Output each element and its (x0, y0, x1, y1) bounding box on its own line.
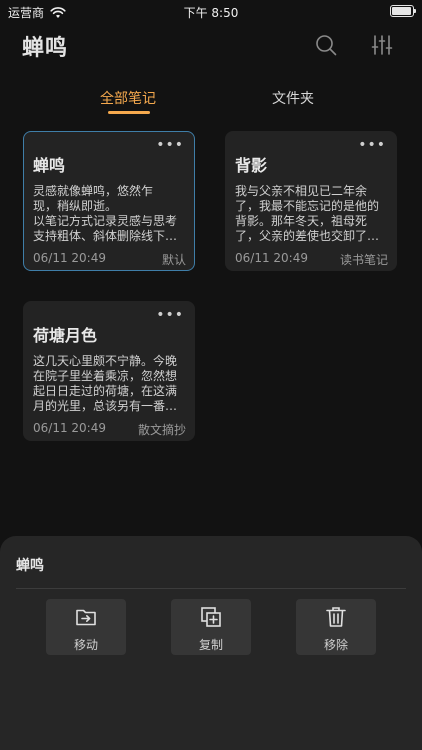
copy-label: 复制 (198, 638, 223, 652)
note-title: 蝉鸣 (33, 156, 66, 175)
status-right (390, 5, 416, 17)
note-folder: 默认 (161, 253, 186, 267)
note-preview-line: 以笔记方式记录灵感与思考 (33, 214, 178, 228)
note-preview-line: 这几天心里颇不宁静。今晚 (33, 354, 178, 368)
remove-button[interactable]: 移除 (296, 599, 376, 655)
note-folder: 读书笔记 (339, 253, 388, 267)
action-sheet: 蝉鸣 移动 复制 移除 (0, 536, 422, 750)
trash-icon (326, 607, 346, 627)
remove-label: 移除 (323, 638, 348, 652)
note-date: 06/11 20:49 (33, 421, 106, 435)
note-preview-line: 了，我最不能忘记的是他的 (235, 199, 380, 213)
note-title: 荷塘月色 (33, 326, 98, 345)
note-card-beiying[interactable]: ••• 背影 我与父亲不相见已二年余 了，我最不能忘记的是他的 背影。那年冬天，… (225, 131, 397, 271)
note-preview-line: 我与父亲不相见已二年余 (235, 184, 368, 198)
move-button[interactable]: 移动 (46, 599, 126, 655)
active-tab-indicator (108, 111, 150, 114)
note-card-hetang[interactable]: ••• 荷塘月色 这几天心里颇不宁静。今晚 在院子里坐着乘凉，忽然想 起日日走过… (23, 301, 195, 441)
sliders-icon[interactable] (370, 33, 394, 57)
note-preview: 灵感就像蝉鸣，悠然乍 现，稍纵即逝。 以笔记方式记录灵感与思考 支持粗体、斜体删… (33, 184, 189, 242)
note-preview-line: 背影。那年冬天，祖母死 (235, 214, 368, 228)
note-preview-line: 现，稍纵即逝。 (33, 199, 118, 213)
search-icon[interactable] (314, 33, 338, 57)
move-label: 移动 (73, 638, 98, 652)
note-folder: 散文摘抄 (137, 423, 186, 437)
folder-move-icon (76, 609, 96, 626)
tab-all-notes[interactable]: 全部笔记 (100, 88, 156, 108)
note-preview: 我与父亲不相见已二年余 了，我最不能忘记的是他的 背影。那年冬天，祖母死 了，父… (235, 184, 391, 242)
note-preview-line: 月的光里，总该另有一番… (33, 399, 178, 412)
more-icon[interactable]: ••• (156, 138, 184, 152)
more-icon[interactable]: ••• (156, 308, 184, 322)
battery-icon (390, 5, 416, 17)
note-preview: 这几天心里颇不宁静。今晚 在院子里坐着乘凉，忽然想 起日日走过的荷塘，在这满 月… (33, 354, 189, 412)
note-card-chanming[interactable]: ••• 蝉鸣 灵感就像蝉鸣，悠然乍 现，稍纵即逝。 以笔记方式记录灵感与思考 支… (23, 131, 195, 271)
status-bar: 运营商 下午 8:50 (0, 0, 422, 24)
more-icon[interactable]: ••• (358, 138, 386, 152)
sheet-title: 蝉鸣 (16, 558, 44, 574)
tab-folders[interactable]: 文件夹 (272, 88, 314, 108)
note-date: 06/11 20:49 (235, 251, 308, 265)
note-date: 06/11 20:49 (33, 251, 106, 265)
battery-fill (392, 7, 411, 15)
note-preview-line: 灵感就像蝉鸣，悠然乍 (33, 184, 154, 198)
sheet-divider (16, 588, 406, 589)
note-preview-line: 在院子里坐着乘凉，忽然想 (33, 369, 178, 383)
note-preview-line: 了，父亲的差使也交卸了… (235, 229, 380, 242)
copy-button[interactable]: 复制 (171, 599, 251, 655)
copy-icon (201, 607, 221, 627)
status-time: 下午 8:50 (183, 6, 239, 20)
page-title: 蝉鸣 (22, 36, 69, 61)
note-title: 背影 (235, 156, 268, 175)
note-preview-line: 起日日走过的荷塘，在这满 (33, 384, 178, 398)
note-preview-line: 支持粗体、斜体删除线下… (33, 229, 178, 242)
